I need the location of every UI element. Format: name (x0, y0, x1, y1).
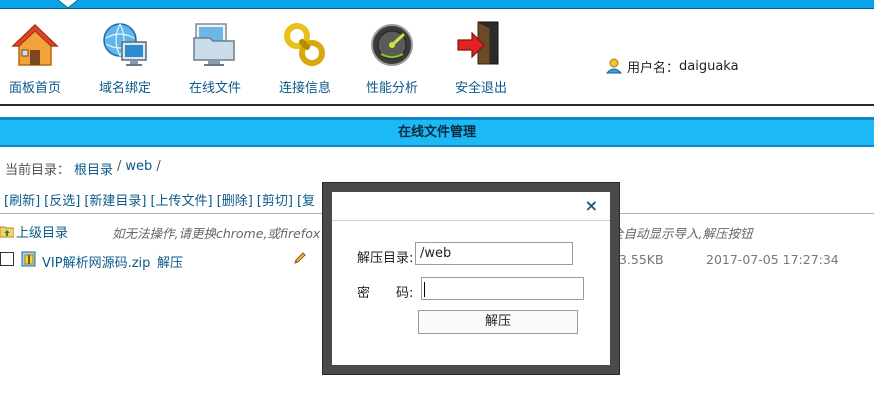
main-nav: 面板首页 域名绑定 在线文件 连接信息 性能分析 安全退出 用户名： daigu… (0, 10, 874, 106)
invert-selection-button[interactable]: [反选] (44, 190, 80, 210)
breadcrumb-current-link[interactable]: web (125, 159, 152, 177)
text-caret (424, 282, 425, 297)
refresh-button[interactable]: [刷新] (4, 190, 40, 210)
globe-monitor-icon (103, 23, 147, 66)
breadcrumb-prefix: 当前目录： (5, 163, 71, 178)
chain-link-icon (284, 23, 325, 66)
zip-file-icon (21, 251, 36, 267)
home-icon (11, 23, 59, 66)
user-icon (606, 58, 622, 74)
unzip-dir-input[interactable] (415, 242, 573, 265)
unzip-dir-label: 解压目录: (357, 251, 414, 266)
file-name-link[interactable]: VIP解析网源码.zip (42, 252, 150, 271)
copy-button[interactable]: [复 (297, 190, 315, 210)
username: daiguaka (679, 58, 739, 74)
breadcrumb-root-link[interactable]: 根目录 (74, 159, 113, 178)
auto-buttons-hint: 全自动显示导入,解压按钮 (611, 226, 753, 241)
nav-label-connection-info: 连接信息 (278, 81, 331, 96)
unzip-dialog: × 解压目录: 密 码: 解压 (332, 192, 610, 365)
password-label: 密 码: (357, 286, 414, 301)
breadcrumb-separator: / (117, 159, 122, 174)
breadcrumb-separator: / (156, 159, 161, 174)
unzip-submit-button[interactable]: 解压 (418, 310, 578, 334)
file-toolbar: [刷新] [反选] [新建目录] [上传文件] [删除] [剪切] [复 (4, 190, 315, 210)
upload-file-button[interactable]: [上传文件] (150, 190, 212, 210)
nav-label-domain-binding: 域名绑定 (98, 81, 151, 96)
top-bar (0, 0, 874, 9)
dialog-header: × (332, 192, 610, 221)
close-icon[interactable]: × (585, 196, 598, 216)
up-directory-link[interactable]: 上级目录 (16, 222, 68, 241)
cut-button[interactable]: [剪切] (257, 190, 293, 210)
unzip-link[interactable]: 解压 (157, 252, 183, 271)
delete-button[interactable]: [删除] (217, 190, 253, 210)
folder-up-icon (0, 226, 14, 238)
folder-computer-icon (193, 23, 235, 66)
user-info: 用户名： daiguaka (606, 56, 739, 76)
browser-hint: 如无法操作,请更换chrome,或firefox (112, 226, 321, 241)
file-date: 2017-07-05 17:27:34 (706, 252, 839, 267)
top-bar-notch (58, 0, 78, 9)
performance-analysis-icon (371, 24, 413, 66)
nav-item-performance[interactable]: 性能分析 (347, 20, 437, 102)
nav-item-online-files[interactable]: 在线文件 (170, 20, 260, 102)
password-input[interactable] (421, 277, 584, 300)
unzip-dialog-frame: × 解压目录: 密 码: 解压 (322, 182, 620, 375)
up-directory-row[interactable]: 上级目录 (0, 221, 68, 241)
edit-pencil-icon[interactable] (293, 251, 307, 265)
user-label: 用户名： (627, 60, 680, 76)
nav-label-performance: 性能分析 (365, 81, 418, 96)
nav-item-domain-binding[interactable]: 域名绑定 (80, 20, 170, 102)
nav-item-home[interactable]: 面板首页 (0, 20, 80, 102)
nav-label-online-files: 在线文件 (188, 81, 241, 96)
nav-label-logout: 安全退出 (454, 81, 507, 96)
file-checkbox[interactable] (0, 252, 14, 266)
nav-label-home: 面板首页 (8, 81, 61, 96)
nav-item-connection-info[interactable]: 连接信息 (260, 20, 350, 102)
page-title: 在线文件管理 (0, 117, 874, 147)
nav-item-logout[interactable]: 安全退出 (436, 20, 526, 102)
new-directory-button[interactable]: [新建目录] (84, 190, 146, 210)
breadcrumb: 当前目录： 根目录 / web / (5, 159, 161, 178)
logout-door-icon (457, 21, 499, 65)
